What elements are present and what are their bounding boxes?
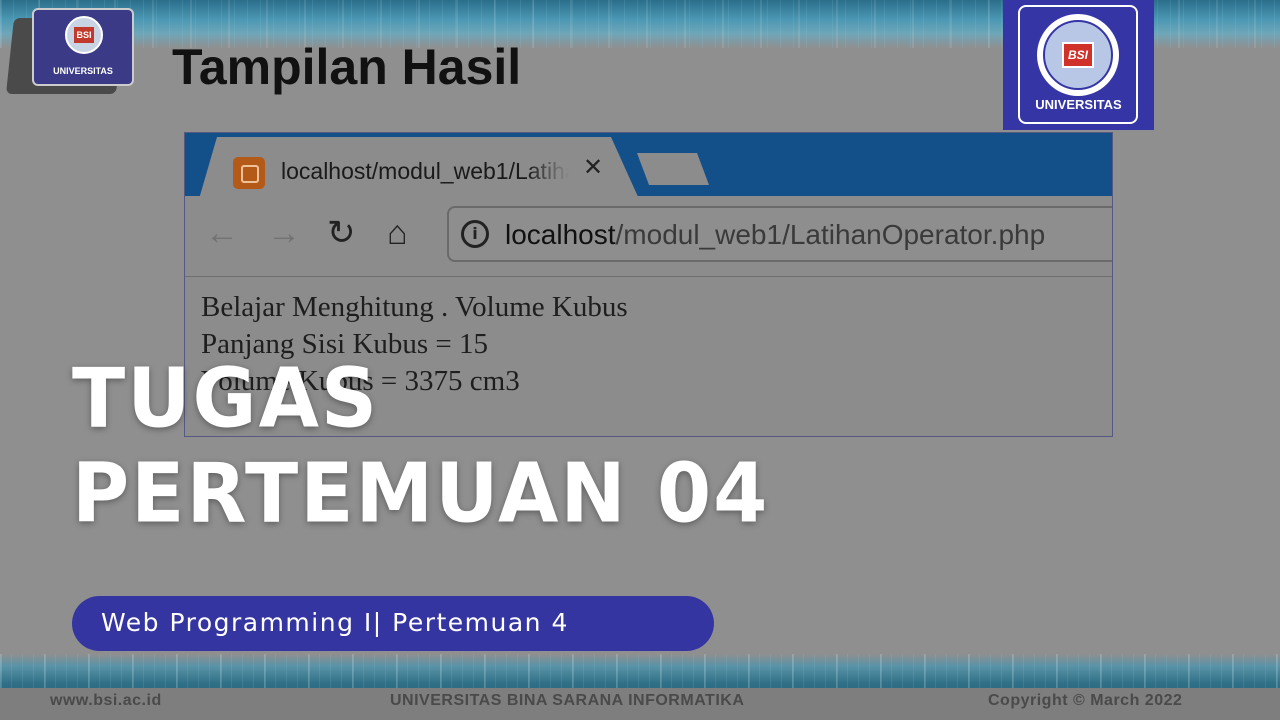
forward-arrow-icon[interactable]: → bbox=[267, 216, 301, 250]
subtitle-text: Web Programming I| Pertemuan 4 bbox=[101, 608, 569, 637]
browser-toolbar: ← → ↻ ⌂ i localhost/modul_web1/LatihanOp… bbox=[185, 196, 1112, 277]
home-icon[interactable]: ⌂ bbox=[387, 216, 408, 250]
logo-small: BSI UNIVERSITAS bbox=[32, 8, 134, 86]
close-icon[interactable]: ✕ bbox=[583, 153, 603, 182]
footer-copyright: Copyright © March 2022 bbox=[988, 692, 1183, 709]
info-icon[interactable]: i bbox=[461, 220, 489, 248]
logo-small-label: UNIVERSITAS bbox=[53, 66, 113, 76]
xampp-favicon-icon bbox=[233, 157, 265, 189]
tab-bar: localhost/modul_web1/LatihanOperator.php… bbox=[185, 133, 1112, 199]
logo-big-label: UNIVERSITAS bbox=[1035, 97, 1122, 112]
slide-title: Tampilan Hasil bbox=[172, 39, 522, 95]
main-heading-line-2: PERTEMUAN 04 bbox=[72, 447, 770, 542]
logo-big: BSI UNIVERSITAS bbox=[1003, 0, 1154, 130]
back-arrow-icon[interactable]: ← bbox=[205, 216, 239, 250]
subtitle-pill: Web Programming I| Pertemuan 4 bbox=[72, 596, 714, 651]
bsi-seal-icon: BSI bbox=[1037, 14, 1119, 96]
address-bar[interactable]: i localhost/modul_web1/LatihanOperator.p… bbox=[447, 206, 1112, 262]
main-heading-line-1: TUGAS bbox=[72, 352, 380, 447]
bsi-seal-icon: BSI bbox=[65, 16, 103, 54]
browser-tab[interactable]: localhost/modul_web1/LatihanOperator.php… bbox=[199, 137, 639, 199]
tab-title: localhost/modul_web1/LatihanOperator.php bbox=[281, 158, 569, 184]
page-line-1: Belajar Menghitung . Volume Kubus bbox=[201, 291, 628, 323]
footer-website: www.bsi.ac.id bbox=[50, 692, 162, 709]
url-text: localhost/modul_web1/LatihanOperator.php bbox=[505, 219, 1046, 250]
reload-icon[interactable]: ↻ bbox=[327, 216, 356, 250]
footer-university: UNIVERSITAS BINA SARANA INFORMATIKA bbox=[390, 692, 745, 709]
new-tab-button[interactable] bbox=[637, 153, 709, 185]
